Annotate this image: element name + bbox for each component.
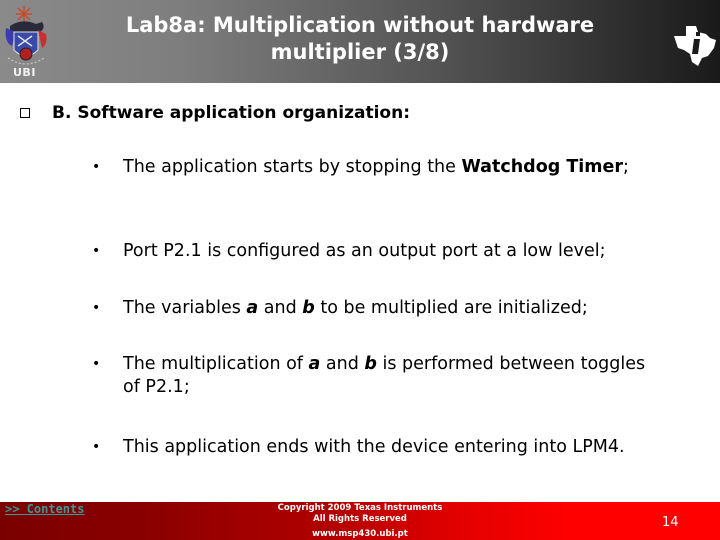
bullet-text: and bbox=[320, 354, 365, 374]
contents-link[interactable]: >> Contents bbox=[5, 502, 84, 516]
bullet-item: • The variables a and b to be multiplied… bbox=[92, 297, 588, 320]
variable-a: a bbox=[308, 354, 321, 374]
bullet-emphasis: Watchdog Timer bbox=[461, 157, 624, 177]
slide-title-line-1: Lab8a: Multiplication without hardware bbox=[125, 13, 595, 37]
copyright-line-2: All Rights Reserved bbox=[313, 513, 407, 524]
bullet-text: Port P2.1 is configured as an output por… bbox=[123, 241, 606, 261]
slide-title: Lab8a: Multiplication without hardware m… bbox=[80, 12, 640, 66]
bullet-item: • Port P2.1 is configured as an output p… bbox=[92, 240, 606, 263]
section-heading-text: B. Software application organization: bbox=[52, 103, 410, 123]
slide-footer: >> Contents Copyright 2009 Texas Instrum… bbox=[0, 502, 720, 540]
texas-instruments-logo-icon bbox=[674, 26, 716, 66]
page-number: 14 bbox=[662, 515, 679, 530]
slide-header: UBI Lab8a: Multiplication without hardwa… bbox=[0, 0, 720, 83]
bullet-text: This application ends with the device en… bbox=[123, 437, 625, 457]
slide-title-line-2: multiplier (3/8) bbox=[270, 40, 450, 64]
bullet-dot-icon: • bbox=[92, 300, 101, 316]
bullet-text: to be multiplied are initialized; bbox=[314, 298, 588, 318]
bullet-text: The variables bbox=[123, 298, 247, 318]
bullet-dot-icon: • bbox=[92, 356, 101, 372]
bullet-text: and bbox=[258, 298, 303, 318]
variable-a: a bbox=[246, 298, 259, 318]
bullet-item: • This application ends with the device … bbox=[92, 436, 625, 459]
bullet-dot-icon: • bbox=[92, 159, 101, 175]
bullet-text: The multiplication of bbox=[123, 354, 309, 374]
section-heading: B. Software application organization: bbox=[20, 103, 410, 123]
copyright-line-1: Copyright 2009 Texas Instruments bbox=[277, 503, 443, 513]
variable-b: b bbox=[364, 354, 377, 374]
ubi-logo-text: UBI bbox=[13, 66, 36, 79]
bullet-dot-icon: • bbox=[92, 243, 101, 259]
bullet-text: ; bbox=[623, 157, 629, 177]
bullet-item: • The multiplication of a and b is perfo… bbox=[92, 353, 663, 399]
bullet-item: • The application starts by stopping the… bbox=[92, 156, 629, 179]
hollow-square-bullet-icon bbox=[20, 108, 30, 118]
bullet-dot-icon: • bbox=[92, 439, 101, 455]
copyright-notice: Copyright 2009 Texas Instruments All Rig… bbox=[250, 503, 470, 524]
bullet-text: The application starts by stopping the bbox=[123, 157, 462, 177]
variable-b: b bbox=[302, 298, 315, 318]
website-url: www.msp430.ubi.pt bbox=[312, 529, 408, 539]
